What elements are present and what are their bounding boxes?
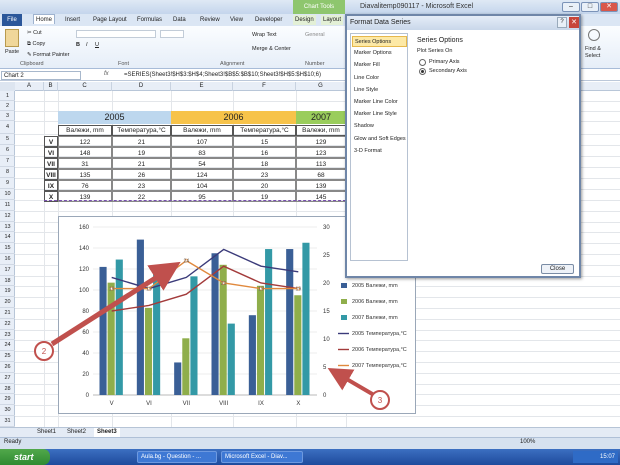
secondary-axis-radio[interactable]	[419, 68, 426, 75]
dialog-nav-item[interactable]: Marker Options	[352, 48, 407, 59]
dialog-nav-item[interactable]: Marker Line Style	[352, 109, 407, 120]
primary-axis-label: Primary Axis	[429, 59, 460, 65]
start-button[interactable]: start	[0, 449, 50, 465]
dialog-nav-item[interactable]: Marker Fill	[352, 60, 407, 71]
sheet-tab-2[interactable]: Sheet2	[64, 428, 89, 437]
status-ready: Ready	[4, 439, 22, 445]
dialog-title: Format Data Series	[347, 16, 579, 30]
callout-2: 2	[42, 347, 47, 356]
arrow-3	[327, 367, 376, 397]
taskbar	[0, 449, 620, 465]
dialog-nav-item[interactable]: Line Color	[352, 73, 407, 84]
dialog-nav-item[interactable]: Shadow	[352, 121, 407, 132]
dialog-close-button[interactable]: Close	[541, 264, 574, 274]
dialog-nav-item[interactable]: Series Options	[352, 36, 407, 47]
sheet-tab-1[interactable]: Sheet1	[34, 428, 59, 437]
zoom-level[interactable]: 100%	[520, 439, 535, 445]
task-aula[interactable]: Aula.bg - Question - ...	[137, 451, 217, 463]
arrow-2	[50, 261, 181, 347]
task-excel[interactable]: Microsoft Excel - Diav...	[221, 451, 303, 463]
clock: 15:07	[573, 451, 618, 463]
dialog-nav-item[interactable]: Marker Line Color	[352, 97, 407, 108]
dialog-nav-item[interactable]: Line Style	[352, 85, 407, 96]
callout-3: 3	[378, 396, 383, 405]
secondary-axis-label: Secondary Axis	[429, 68, 467, 74]
dialog-nav: Series Options Marker Options Marker Fill L…	[350, 33, 408, 261]
series-options-heading: Series Options	[417, 37, 463, 44]
dialog-close-icon[interactable]: ✕	[569, 17, 579, 28]
help-button[interactable]: ?	[557, 17, 567, 28]
dialog-nav-item[interactable]: Glow and Soft Edges	[352, 134, 407, 145]
dialog-nav-item[interactable]: 3-D Format	[352, 146, 407, 157]
radio-dot	[421, 70, 424, 73]
primary-axis-radio[interactable]	[419, 59, 426, 66]
plot-series-on-label: Plot Series On	[417, 48, 453, 54]
sheet-tab-3[interactable]: Sheet3	[94, 428, 120, 437]
sheet-tab-bar	[0, 427, 620, 437]
format-data-series-dialog: Format Data Series ? ✕ Series Options Mar…	[345, 14, 581, 278]
